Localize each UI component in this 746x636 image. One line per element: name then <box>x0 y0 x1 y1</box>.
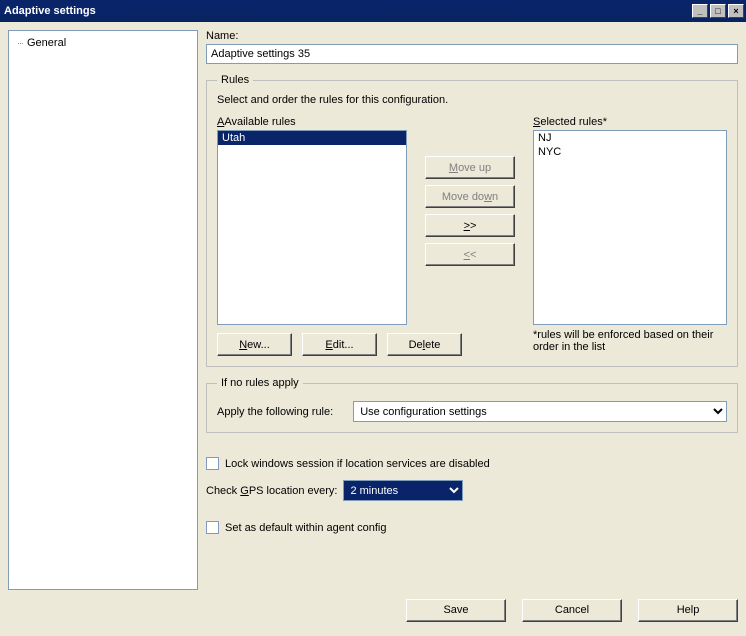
default-config-row: Set as default within agent config <box>206 521 738 534</box>
rules-order-note: *rules will be enforced based on their o… <box>533 329 727 353</box>
help-button[interactable]: Help <box>638 599 738 622</box>
lock-session-row: Lock windows session if location service… <box>206 457 738 470</box>
move-buttons-column: Move up Move down >> << <box>415 116 525 356</box>
name-field-group: Name: <box>206 30 738 64</box>
move-up-button[interactable]: Move up <box>425 156 515 179</box>
tree-dots-icon: ··· <box>17 38 23 48</box>
selected-rules-listbox[interactable]: NJ NYC <box>533 130 727 325</box>
list-item[interactable]: NYC <box>534 145 726 159</box>
gps-interval-select[interactable]: 2 minutes <box>343 480 463 501</box>
save-button[interactable]: Save <box>406 599 506 622</box>
gps-row: Check GPS location every: 2 minutes <box>206 480 738 501</box>
rule-actions: New... Edit... Delete <box>217 333 407 356</box>
lock-session-label: Lock windows session if location service… <box>225 458 490 470</box>
name-label: Name: <box>206 30 738 42</box>
add-button[interactable]: >> <box>425 214 515 237</box>
remove-button[interactable]: << <box>425 243 515 266</box>
gps-label: Check GPS location every: <box>206 485 337 497</box>
minimize-button[interactable]: _ <box>692 4 708 18</box>
fallback-label: Apply the following rule: <box>217 406 333 418</box>
selected-column: Selected rules* NJ NYC *rules will be en… <box>533 116 727 356</box>
rules-fieldset: Rules Select and order the rules for thi… <box>206 74 738 367</box>
move-down-button[interactable]: Move down <box>425 185 515 208</box>
maximize-button[interactable]: □ <box>710 4 726 18</box>
available-rules-label: AAvailable rules <box>217 116 407 128</box>
tree-item-label: General <box>27 37 66 49</box>
edit-button[interactable]: Edit... <box>302 333 377 356</box>
name-input[interactable] <box>206 44 738 64</box>
close-button[interactable]: × <box>728 4 744 18</box>
list-item[interactable]: NJ <box>534 131 726 145</box>
nav-tree[interactable]: ··· General <box>8 30 198 590</box>
default-config-label: Set as default within agent config <box>225 522 386 534</box>
main-panel: Name: Rules Select and order the rules f… <box>206 30 738 590</box>
footer: Save Cancel Help <box>0 598 746 628</box>
fallback-select[interactable]: Use configuration settings <box>353 401 727 422</box>
cancel-button[interactable]: Cancel <box>522 599 622 622</box>
rules-instruction: Select and order the rules for this conf… <box>217 94 727 106</box>
selected-rules-label: Selected rules* <box>533 116 727 128</box>
fallback-legend: If no rules apply <box>217 377 303 389</box>
tree-item-general[interactable]: ··· General <box>13 35 193 51</box>
default-config-checkbox[interactable] <box>206 521 219 534</box>
available-column: AAvailable rules Utah New... Edit... Del… <box>217 116 407 356</box>
lock-session-checkbox[interactable] <box>206 457 219 470</box>
new-button[interactable]: New... <box>217 333 292 356</box>
window-title: Adaptive settings <box>4 5 690 17</box>
rules-legend: Rules <box>217 74 253 86</box>
fallback-fieldset: If no rules apply Apply the following ru… <box>206 377 738 433</box>
list-item[interactable]: Utah <box>218 131 406 145</box>
content-area: ··· General Name: Rules Select and order… <box>0 22 746 598</box>
titlebar: Adaptive settings _ □ × <box>0 0 746 22</box>
available-rules-listbox[interactable]: Utah <box>217 130 407 325</box>
